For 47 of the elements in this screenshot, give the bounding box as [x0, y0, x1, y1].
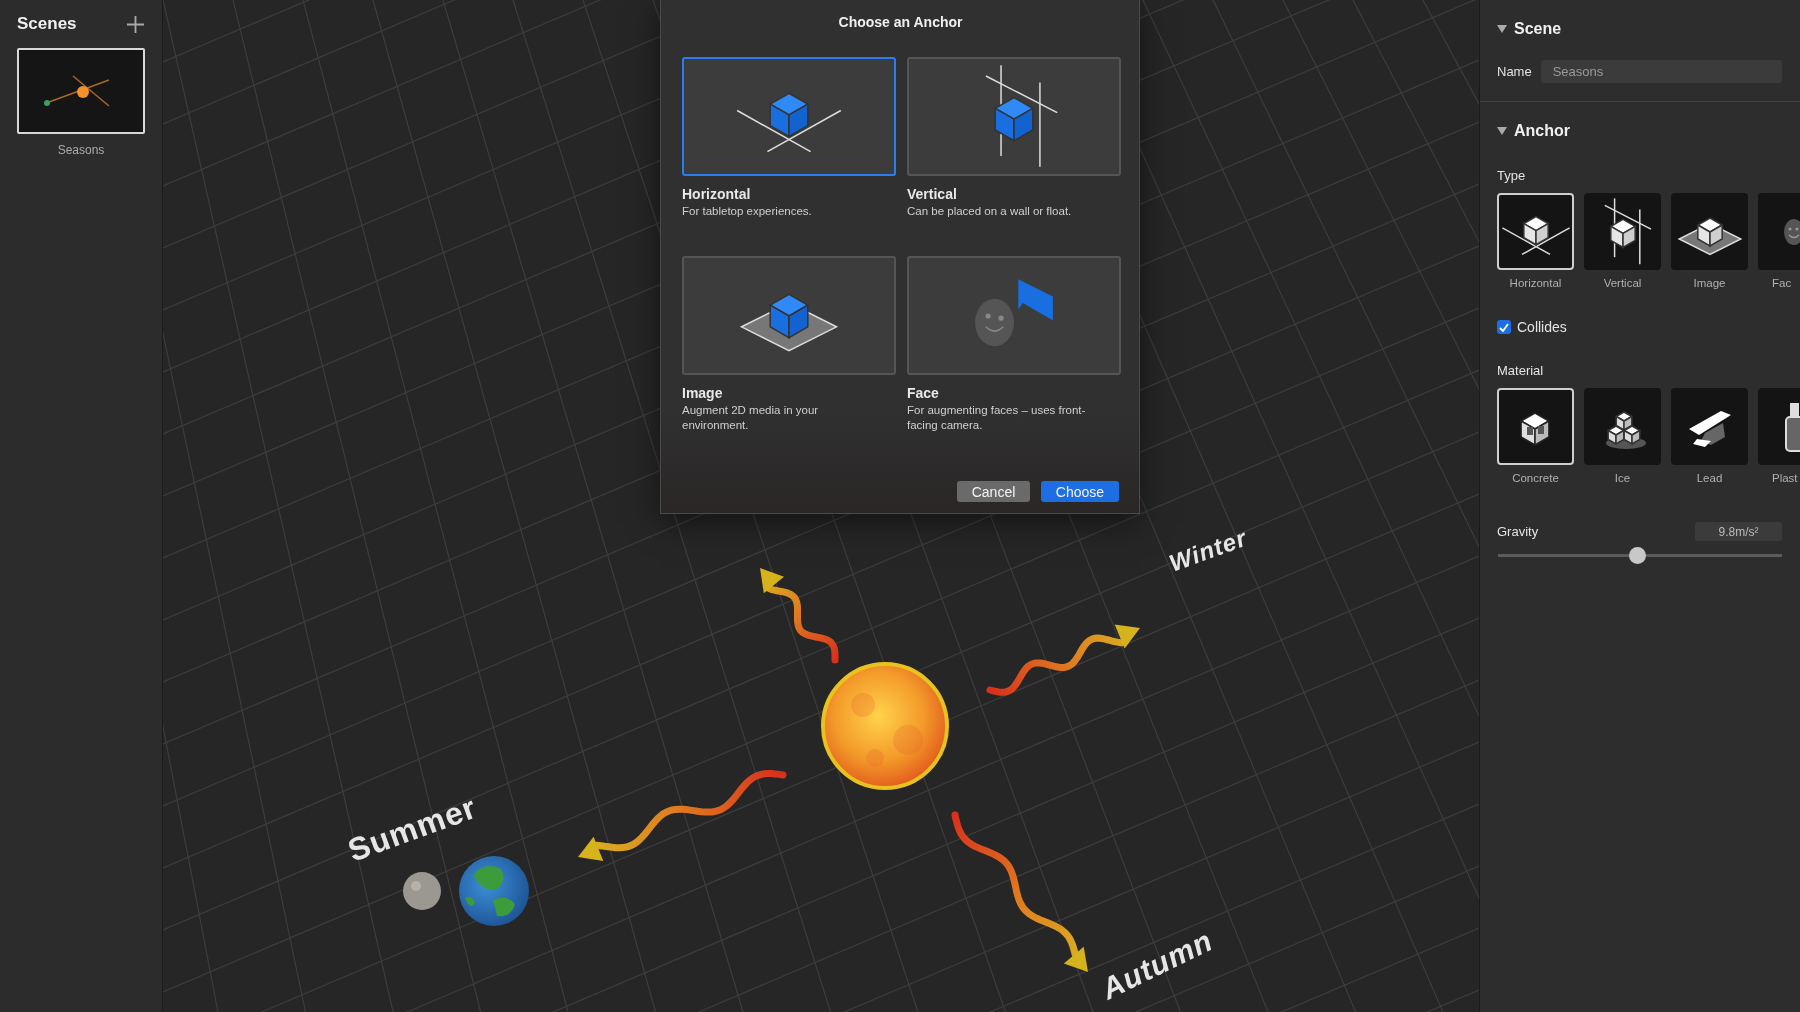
option-description: Augment 2D media in your environment. [682, 403, 820, 433]
disclosure-triangle-icon[interactable] [1497, 126, 1507, 136]
tile-label: Fac [1771, 277, 1792, 289]
scene-thumbnail[interactable] [17, 48, 145, 134]
cancel-button[interactable]: Cancel [957, 481, 1030, 502]
field-label: Type [1497, 168, 1527, 183]
choose-button[interactable]: Choose [1041, 481, 1119, 502]
option-tile[interactable] [1584, 388, 1661, 465]
option-title: Vertical [907, 186, 958, 202]
dialog-title: Choose an Anchor [837, 14, 964, 30]
checkbox-label: Collides [1517, 319, 1567, 335]
collides-checkbox[interactable] [1497, 320, 1511, 334]
tile-label: Plast [1771, 472, 1798, 484]
sidebar-title: Scenes [17, 14, 77, 34]
smiley-icon [1784, 218, 1800, 245]
tile-label: Lead [1696, 472, 1723, 484]
option-description: For augmenting faces – uses front-facing camera. [907, 403, 1087, 433]
bottle-icon [1784, 400, 1800, 453]
option-description: For tabletop experiences. [682, 204, 813, 219]
tile-label: Concrete [1512, 472, 1559, 484]
option-title: Image [682, 385, 724, 401]
tile-label: Ice [1614, 472, 1631, 484]
option-description: Can be placed on a wall or float. [907, 204, 1073, 219]
add-button[interactable] [126, 14, 145, 34]
option-title: Face [907, 385, 940, 401]
scene-name: Seasons [56, 143, 106, 157]
anchor-option-card[interactable] [682, 256, 896, 375]
field-label: Name [1497, 64, 1532, 79]
option-tile[interactable] [1584, 193, 1661, 270]
name-field[interactable]: Seasons [1540, 60, 1782, 83]
tile-label: Horizontal [1509, 277, 1562, 289]
moon-drawing [403, 872, 441, 910]
tile-label: Image [1693, 277, 1726, 289]
anchor-option-card[interactable] [907, 57, 1121, 176]
season-label: Winter [1165, 523, 1251, 577]
option-tile[interactable] [1671, 193, 1748, 270]
field-label: Material [1497, 363, 1545, 378]
option-title: Horizontal [682, 186, 752, 202]
option-tile[interactable] [1671, 388, 1748, 465]
tile-label: Vertical [1603, 277, 1642, 289]
anchor-option-card[interactable] [682, 57, 896, 176]
section-title: Scene [1514, 20, 1562, 38]
slider-thumb[interactable] [1629, 547, 1647, 564]
disclosure-triangle-icon[interactable] [1497, 24, 1507, 34]
section-title: Anchor [1514, 122, 1570, 140]
gravity-value: 9.8m/s² [1695, 522, 1782, 541]
field-label: Gravity [1497, 524, 1539, 539]
